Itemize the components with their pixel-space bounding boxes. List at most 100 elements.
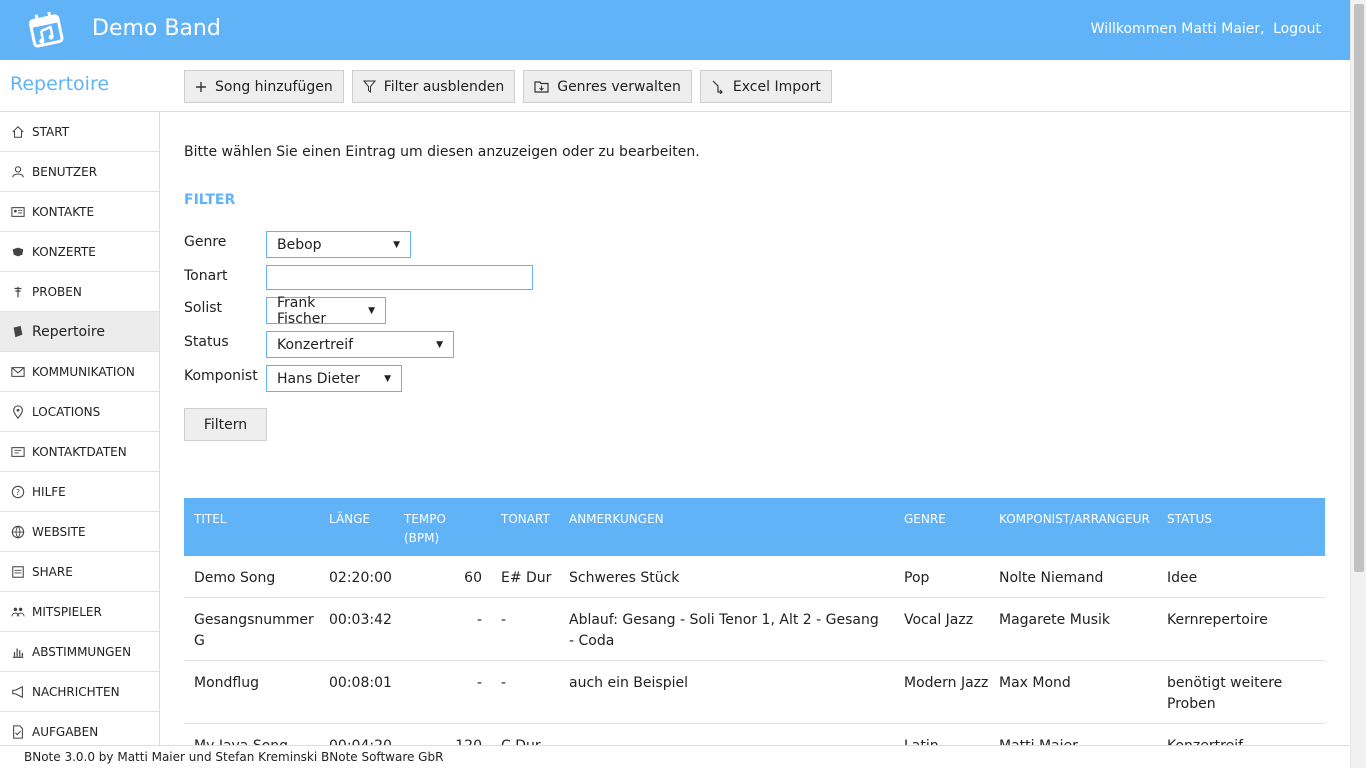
help-icon: ? [10,484,26,500]
dropdown-arrow-icon: ▼ [368,305,375,316]
sidebar-item-hilfe[interactable]: ? HILFE [0,472,159,512]
sidebar-item-website[interactable]: WEBSITE [0,512,159,552]
home-icon [10,124,26,140]
filter-heading: FILTER [184,192,236,208]
col-tonart[interactable]: TONART [501,510,550,529]
cell-laenge: 00:08:01 [329,675,392,691]
sidebar-item-benutzer[interactable]: BENUTZER [0,152,159,192]
col-anmerkungen[interactable]: ANMERKUNGEN [569,510,664,529]
col-genre[interactable]: GENRE [904,510,946,529]
address-card-icon [10,444,26,460]
location-pin-icon [10,404,26,420]
sidebar-item-konzerte[interactable]: KONZERTE [0,232,159,272]
sidebar-item-label: WEBSITE [32,524,86,539]
table-row[interactable]: Gesangsnummer G 00:03:42 - - Ablauf: Gesang … [184,598,1325,661]
table-row[interactable]: Demo Song 02:20:00 60 E# Dur Schweres Stück P… [184,556,1325,598]
status-label: Status [184,334,229,350]
repertoire-table: TITEL LÄNGE TEMPO (BPM) TONART ANMERKUNG… [184,498,1325,768]
manage-genres-label: Genres verwalten [557,78,681,95]
cell-komponist: Magarete Musik [999,612,1110,628]
megaphone-icon [10,684,26,700]
cell-tonart: - [501,675,507,691]
sidebar-nav: START BENUTZER KONTAKTE KONZERTE PROBEN Reper… [0,112,160,746]
book-icon [10,324,26,340]
status-select-value: Konzertreif [277,336,354,353]
status-select[interactable]: Konzertreif ▼ [266,331,454,358]
sidebar-item-proben[interactable]: PROBEN [0,272,159,312]
concert-icon [10,244,26,260]
cell-tonart: - [501,612,507,628]
cell-genre: Vocal Jazz [904,612,974,628]
cell-titel: Demo Song [194,570,276,586]
sidebar-item-label: KONTAKTDATEN [32,444,127,459]
sidebar-item-label: PROBEN [32,284,82,299]
add-song-button[interactable]: Song hinzufügen [184,70,344,103]
sidebar-item-share[interactable]: SHARE [0,552,159,592]
page-scrollbar[interactable] [1350,0,1366,768]
sidebar-item-label: BENUTZER [32,164,98,179]
sidebar-item-kontakte[interactable]: KONTAKTE [0,192,159,232]
cell-laenge: 02:20:00 [329,570,392,586]
col-titel[interactable]: TITEL [194,510,226,529]
sidebar-item-aufgaben[interactable]: AUFGABEN [0,712,159,746]
scrollbar-thumb[interactable] [1354,4,1364,572]
contact-card-icon [10,204,26,220]
sidebar-item-label: Repertoire [32,323,105,340]
group-icon [10,604,26,620]
logout-link[interactable]: Logout [1273,21,1321,37]
dropdown-arrow-icon: ▼ [436,339,443,350]
cell-tempo: - [476,675,482,691]
hide-filter-label: Filter ausblenden [383,78,505,95]
solist-select[interactable]: Frank Fischer ▼ [266,294,386,327]
dropdown-arrow-icon: ▼ [393,239,400,250]
solist-select-value: Frank Fischer [277,294,327,327]
sidebar-item-label: AUFGABEN [32,724,99,739]
dropdown-arrow-icon: ▼ [384,373,391,384]
sidebar-item-start[interactable]: START [0,112,159,152]
hide-filter-button[interactable]: Filter ausblenden [351,70,516,103]
sidebar-item-label: ABSTIMMUNGEN [32,644,132,659]
komponist-select-value: Hans Dieter [277,370,360,387]
import-icon [711,80,725,94]
cell-status: benötigt weitere Proben [1167,675,1283,712]
excel-import-button[interactable]: Excel Import [699,70,832,103]
cell-genre: Pop [904,570,930,586]
divider [0,111,1350,112]
sidebar-item-kontaktdaten[interactable]: KONTAKTDATEN [0,432,159,472]
app-header: Demo Band Willkommen Matti Maier, Logout [0,0,1350,60]
manage-genres-button[interactable]: Genres verwalten [523,70,692,103]
sidebar-item-abstimmungen[interactable]: ABSTIMMUNGEN [0,632,159,672]
cell-status: Kernrepertoire [1167,612,1268,628]
tonart-input[interactable] [266,265,533,290]
bnote-logo-icon[interactable] [27,10,65,50]
sidebar-item-label: KOMMUNIKATION [32,364,135,379]
welcome-text: Willkommen Matti Maier, [1090,21,1265,37]
solist-label: Solist [184,300,223,316]
cell-genre: Modern Jazz [904,675,989,691]
sidebar-item-kommunikation[interactable]: KOMMUNIKATION [0,352,159,392]
user-icon [10,164,26,180]
genre-select[interactable]: Bebop ▼ [266,231,411,258]
excel-import-label: Excel Import [732,78,821,95]
sidebar-item-label: SHARE [32,564,73,579]
bar-chart-icon [10,644,26,660]
sidebar-item-mitspieler[interactable]: MITSPIELER [0,592,159,632]
user-welcome: Willkommen Matti Maier, Logout [1091,21,1321,37]
sidebar-item-repertoire[interactable]: Repertoire [0,312,159,352]
plus-icon [195,81,207,93]
table-row[interactable]: Mondflug 00:08:01 - - auch ein Beispiel Moder… [184,661,1325,724]
envelope-icon [10,364,26,380]
col-tempo[interactable]: TEMPO (BPM) [404,510,446,548]
sidebar-item-nachrichten[interactable]: NACHRICHTEN [0,672,159,712]
col-laenge[interactable]: LÄNGE [329,510,370,529]
sidebar-item-label: LOCATIONS [32,404,101,419]
task-icon [10,724,26,740]
col-status[interactable]: STATUS [1167,510,1212,529]
genre-select-value: Bebop [277,236,322,253]
filter-submit-button[interactable]: Filtern [184,408,267,441]
sidebar-item-label: KONZERTE [32,244,96,259]
col-komponist[interactable]: KOMPONIST/ARRANGEUR [999,510,1150,529]
komponist-select[interactable]: Hans Dieter ▼ [266,365,402,392]
sidebar-item-locations[interactable]: LOCATIONS [0,392,159,432]
table-header: TITEL LÄNGE TEMPO (BPM) TONART ANMERKUNG… [184,498,1325,556]
